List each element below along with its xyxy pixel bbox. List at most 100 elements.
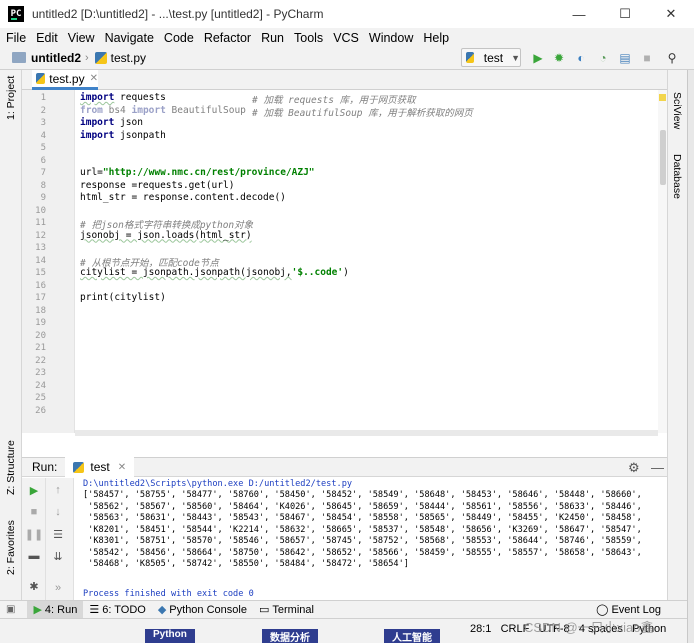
code-line: from bs4 import BeautifulSoup # 加载 Beauti… xyxy=(80,104,473,119)
console-line: ['58457', '58755', '58477', '58760', '58… xyxy=(83,490,642,500)
console-exit-message: Process finished with exit code 0 xyxy=(83,589,254,599)
code-line: url="http://www.nmc.cn/rest/province/AZJ… xyxy=(80,167,315,178)
todo-tool-button[interactable]: ☰ 6: TODO xyxy=(83,601,151,619)
keyword: import xyxy=(131,104,166,116)
event-log-button[interactable]: ◯ Event Log xyxy=(590,601,667,619)
code-editor[interactable]: import requests # 加载 requests 库，用于网页获取 fr… xyxy=(75,90,658,433)
menu-window[interactable]: Window xyxy=(369,31,413,45)
line-number: 15 xyxy=(35,268,46,278)
project-tool-button[interactable]: 1: Project xyxy=(5,76,17,120)
line-number: 12 xyxy=(35,230,46,241)
scroll-down-icon[interactable]: ↓ xyxy=(46,506,70,518)
keyword: import xyxy=(80,117,115,128)
close-icon[interactable]: ✕ xyxy=(118,462,126,473)
favorites-tool-button[interactable]: 2: Favorites xyxy=(5,520,17,575)
menu-vcs[interactable]: VCS xyxy=(333,31,359,45)
structure-tool-button[interactable]: Z: Structure xyxy=(5,440,17,495)
line-number: 18 xyxy=(35,305,46,316)
close-icon[interactable]: ✕ xyxy=(90,73,98,84)
maximize-button[interactable]: ☐ xyxy=(602,0,648,28)
run-tool-button[interactable]: ▶ 4: Run xyxy=(27,600,84,619)
menu-view[interactable]: View xyxy=(68,31,95,45)
run-icon: ▶ xyxy=(33,604,42,616)
stop-icon[interactable]: ■ xyxy=(639,50,655,66)
editor-horizontal-scrollbar[interactable] xyxy=(75,430,658,436)
run-toolbar-secondary: ↑ ↓ ☰ ⇊ » xyxy=(46,478,74,600)
line-number-gutter: 1 2 3 4 5 6 7 8 9 10 11 12 13 14 15 16 1… xyxy=(22,90,75,433)
database-tool-button[interactable]: Database xyxy=(671,154,683,199)
run-tab-test[interactable]: test ✕ xyxy=(65,457,135,477)
python-icon: ◆ xyxy=(157,604,167,616)
scroll-to-end-icon[interactable]: ⇊ xyxy=(46,550,70,563)
code-text: requests xyxy=(114,92,166,103)
line-number: 6 xyxy=(40,155,46,166)
gear-icon[interactable]: ⚙ xyxy=(628,460,640,476)
menu-edit[interactable]: Edit xyxy=(36,31,58,45)
run-icon[interactable]: ▶ xyxy=(530,50,546,66)
menu-help[interactable]: Help xyxy=(423,31,449,45)
menu-file[interactable]: File xyxy=(6,31,26,45)
line-number: 17 xyxy=(35,293,46,303)
code-text: url= xyxy=(80,167,103,178)
search-icon[interactable]: ⚲ xyxy=(664,50,680,66)
menu-tools[interactable]: Tools xyxy=(294,31,323,45)
code-line: response =requests.get(url) xyxy=(80,179,235,191)
scroll-up-icon[interactable]: ↑ xyxy=(46,484,70,496)
console-line: '58468', 'K8505', '58742', '58550', '584… xyxy=(83,559,409,569)
line-number: 16 xyxy=(35,280,46,291)
breadcrumb-file[interactable]: test.py xyxy=(111,51,146,65)
left-tool-stripe: 1: Project Z: Structure 2: Favorites xyxy=(0,70,22,600)
tab-label: test.py xyxy=(49,71,85,86)
rerun-icon[interactable]: ▶ xyxy=(22,484,46,497)
navigation-bar: untitled2 › test.py test ▼ ▶ ✹ ◐ ◔ ▤ ■ ⚲ xyxy=(0,46,694,70)
console-line: 'K8301', '58751', '58570', '58546', '586… xyxy=(83,536,642,546)
code-line: jsonobj = json.loads(html_str) xyxy=(80,229,252,241)
editor-tab-bar: test.py ✕ xyxy=(22,70,667,90)
python-console-button[interactable]: ◆ Python Console xyxy=(152,601,253,619)
line-number: 24 xyxy=(35,380,46,391)
hide-icon[interactable]: — xyxy=(651,460,664,475)
pause-icon[interactable]: ❚❚ xyxy=(22,528,46,541)
pin-icon[interactable]: ✱ xyxy=(22,580,46,593)
taskbar-item: 人工智能 xyxy=(384,629,440,643)
warning-marker-icon[interactable] xyxy=(659,94,666,101)
minimize-button[interactable]: — xyxy=(556,0,602,28)
menu-bar: File Edit View Navigate Code Refactor Ru… xyxy=(0,28,694,48)
code-line: print(citylist) xyxy=(80,292,166,303)
sciview-tool-button[interactable]: SciView xyxy=(671,92,683,129)
tab-test-py[interactable]: test.py ✕ xyxy=(32,70,98,90)
more-icon[interactable]: » xyxy=(46,582,70,594)
line-number: 20 xyxy=(35,330,46,341)
event-log-icon: ◯ xyxy=(596,604,609,616)
breadcrumb-project[interactable]: untitled2 xyxy=(31,51,81,65)
menu-code[interactable]: Code xyxy=(164,31,194,45)
taskbar-item: Python xyxy=(145,629,195,643)
terminal-button[interactable]: ▭ Terminal xyxy=(253,601,320,619)
profile-icon[interactable]: ◔ xyxy=(595,50,611,66)
close-button[interactable]: ✕ xyxy=(648,0,694,28)
concurrency-icon[interactable]: ▤ xyxy=(617,50,633,66)
line-number: 19 xyxy=(35,318,46,328)
code-line: import jsonpath xyxy=(80,130,166,141)
run-configuration-select[interactable]: test ▼ xyxy=(461,48,521,67)
menu-run[interactable]: Run xyxy=(261,31,284,45)
line-number: 13 xyxy=(35,243,46,253)
toggle-tool-windows-icon[interactable]: ▣ xyxy=(6,604,15,615)
folder-icon xyxy=(12,52,26,63)
debug-icon[interactable]: ✹ xyxy=(551,50,567,66)
editor-vertical-scrollbar[interactable] xyxy=(658,90,667,433)
chevron-down-icon: ▼ xyxy=(511,52,520,63)
layout-icon[interactable]: ▬ xyxy=(22,550,46,562)
stop-icon[interactable]: ■ xyxy=(22,506,46,518)
event-log-label: Event Log xyxy=(611,603,661,616)
scrollbar-thumb[interactable] xyxy=(660,130,666,185)
menu-refactor[interactable]: Refactor xyxy=(204,31,251,45)
menu-navigate[interactable]: Navigate xyxy=(105,31,154,45)
soft-wrap-icon[interactable]: ☰ xyxy=(46,528,70,541)
background-window-edge xyxy=(687,70,694,643)
string-literal: '$..code' xyxy=(291,267,344,278)
coverage-icon[interactable]: ◐ xyxy=(573,50,589,66)
run-console-output[interactable]: D:\untitled2\Scripts\python.exe D:/untit… xyxy=(75,478,667,600)
line-number: 21 xyxy=(35,343,46,353)
window-title: untitled2 [D:\untitled2] - ...\test.py [… xyxy=(32,7,324,21)
